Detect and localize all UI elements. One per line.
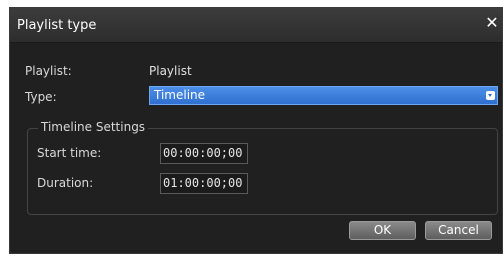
- playlist-value: Playlist: [149, 64, 192, 78]
- cancel-button[interactable]: Cancel: [425, 221, 492, 240]
- start-time-label: Start time:: [37, 146, 102, 160]
- close-icon[interactable]: ✕: [484, 14, 500, 32]
- timeline-settings-group: Timeline Settings: [27, 120, 498, 215]
- title-bar[interactable]: Playlist type ✕: [10, 8, 502, 43]
- type-label: Type:: [25, 90, 57, 104]
- chevron-down-icon[interactable]: [486, 91, 495, 100]
- playlist-label: Playlist:: [25, 64, 72, 78]
- timeline-settings-title: Timeline Settings: [38, 120, 149, 134]
- dialog-title: Playlist type: [17, 18, 97, 33]
- duration-label: Duration:: [37, 176, 94, 190]
- ok-button[interactable]: OK: [349, 221, 416, 240]
- start-time-input[interactable]: 00:00:00;00: [160, 143, 248, 164]
- playlist-type-dialog: Playlist type ✕ Playlist: Playlist Type:…: [9, 7, 503, 254]
- duration-input[interactable]: 01:00:00;00: [160, 173, 248, 194]
- type-select[interactable]: Timeline: [149, 86, 498, 105]
- type-select-value: Timeline: [154, 88, 206, 102]
